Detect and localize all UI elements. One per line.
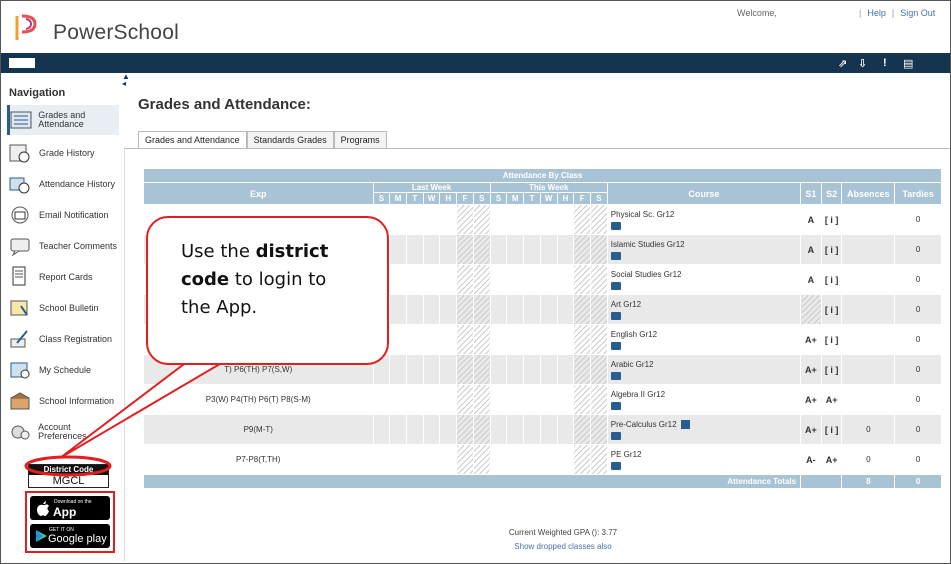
instruction-callout: Use the district code to login to the Ap… xyxy=(146,216,389,365)
callout-bold2: code xyxy=(181,269,230,290)
callout-part1: Use the xyxy=(181,241,256,262)
callout-bold1: district xyxy=(255,241,329,262)
callout-part3: the App. xyxy=(181,297,258,318)
callout-part2: to login to xyxy=(229,269,327,290)
callout-text: Use the district code to login to the Ap… xyxy=(181,238,387,322)
callout-pointer xyxy=(24,354,231,477)
